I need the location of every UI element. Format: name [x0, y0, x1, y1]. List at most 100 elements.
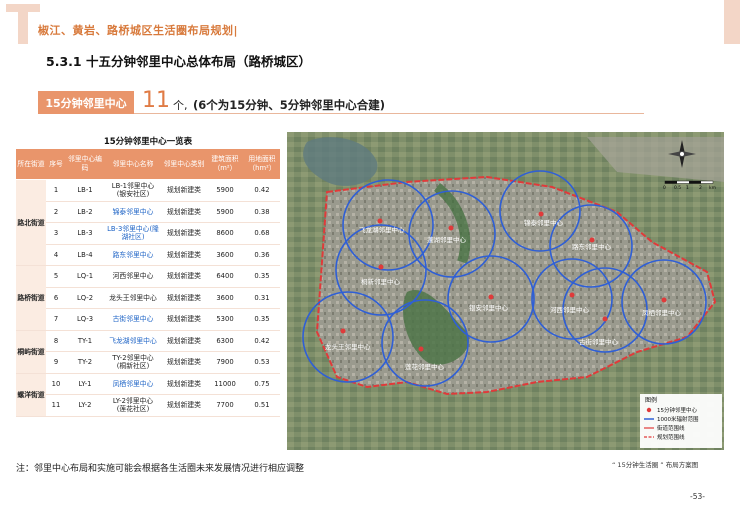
table-row: 6 LQ-2 龙头王邻里中心 规划新建类 3600 0.31 — [16, 287, 280, 309]
street-cell: 路桥街道 — [16, 265, 46, 331]
center-name: 河西邻里中心 — [112, 272, 154, 281]
table-row: 3 LB-3 LB-3邻里中心(隆湖社区) 规划新建类 8600 0.68 — [16, 222, 280, 245]
center-subname: 锦泰邻里中心 — [112, 207, 154, 216]
center-subname: 路东邻里中心 — [112, 250, 154, 259]
row-number-cell: 5 — [46, 265, 66, 288]
land-cell: 0.68 — [244, 222, 280, 245]
land-cell: 0.51 — [244, 394, 280, 417]
center-subname: LB-3邻里中心(隆湖社区) — [107, 225, 159, 242]
table-row: 7 LQ-3 古街邻里中心 规划新建类 5300 0.35 — [16, 308, 280, 331]
area-cell: 3600 — [206, 287, 244, 309]
svg-text:1: 1 — [686, 185, 689, 191]
type-cell: 规划新建类 — [162, 179, 206, 202]
table-header-cell: 邻里中心名称 — [104, 149, 162, 180]
name-cell: 龙头王邻里中心 — [104, 287, 162, 309]
area-cell: 5900 — [206, 179, 244, 202]
table-row: 11 LY-2 LY-2邻里中心 (莲花社区) 规划新建类 7700 0.51 — [16, 394, 280, 417]
table-header-cell: 序号 — [46, 149, 66, 180]
name-cell: LB-1邻里中心 (银安社区) — [104, 179, 162, 202]
code-cell: LY-1 — [66, 373, 104, 395]
code-cell: LY-2 — [66, 394, 104, 417]
type-cell: 规划新建类 — [162, 373, 206, 395]
code-cell: LB-1 — [66, 179, 104, 202]
map-label: 飞龙湖邻里中心 — [359, 225, 405, 234]
layout-map: 飞龙湖邻里中心 蓬湖邻里中心 锦泰邻里中心 路东邻里中心 桐新邻里中心 银安邻里… — [287, 132, 724, 450]
map-label: 凤栖邻里中心 — [642, 308, 682, 317]
svg-text:0: 0 — [663, 185, 666, 191]
row-number-cell: 2 — [46, 201, 66, 223]
table-title: 15分钟邻里中心一览表 — [103, 137, 193, 147]
table-row: 路北街道 1 LB-1 LB-1邻里中心 (银安社区) 规划新建类 5900 0.42 — [16, 179, 280, 266]
header-decoration — [6, 4, 40, 44]
table-row: 4 LB-4 路东邻里中心 规划新建类 3600 0.36 — [16, 244, 280, 266]
name-cell: TY-2邻里中心 (桐新社区) — [104, 351, 162, 374]
area-cell: 7900 — [206, 351, 244, 374]
map-label: 河西邻里中心 — [550, 305, 590, 314]
type-cell: 规划新建类 — [162, 287, 206, 309]
count-note: (6个为15分钟、5分钟邻里中心合建) — [193, 98, 386, 112]
land-cell: 0.36 — [244, 244, 280, 266]
count-unit: 个, — [173, 99, 188, 112]
page-number: -53- — [690, 492, 705, 501]
type-cell: 规划新建类 — [162, 308, 206, 331]
name-cell: 锦泰邻里中心 — [104, 201, 162, 223]
code-cell: TY-2 — [66, 351, 104, 374]
row-number-cell: 10 — [46, 373, 66, 395]
type-cell: 规划新建类 — [162, 330, 206, 352]
center-name: 龙头王邻里中心 — [109, 293, 157, 302]
row-number-cell: 7 — [46, 308, 66, 331]
map-label: 路东邻里中心 — [572, 242, 612, 251]
svg-text:0.5: 0.5 — [674, 185, 681, 191]
name-cell: 飞龙湖邻里中心 — [104, 330, 162, 352]
table-row: 2 LB-2 锦泰邻里中心 规划新建类 5900 0.38 — [16, 201, 280, 223]
table-header-cell: 所在街道 — [16, 149, 46, 180]
name-cell: 凤栖邻里中心 — [104, 373, 162, 395]
svg-text:2: 2 — [699, 185, 702, 191]
row-number-cell: 1 — [46, 179, 66, 202]
land-cell: 0.35 — [244, 265, 280, 288]
map-label: 古街邻里中心 — [579, 337, 619, 346]
name-cell: 路东邻里中心 — [104, 244, 162, 266]
land-cell: 0.53 — [244, 351, 280, 374]
corner-decoration — [724, 0, 740, 44]
area-cell: 5300 — [206, 308, 244, 331]
map-label: 桐新邻里中心 — [361, 277, 401, 286]
footnote: 注：邻里中心布局和实施可能会根据各生活圈未来发展情况进行相应调整 — [16, 464, 305, 474]
code-cell: TY-1 — [66, 330, 104, 352]
table-row: 桐屿街道 8 TY-1 飞龙湖邻里中心 规划新建类 6300 0.42 — [16, 330, 280, 374]
row-number-cell: 8 — [46, 330, 66, 352]
street-cell: 桐屿街道 — [16, 330, 46, 374]
center-table: 所在街道 序号 邻里中心编码 邻里中心名称 邻里中心类别 建筑面积（m²） 用地面积（hm²… — [16, 149, 280, 417]
table-header-cell: 用地面积（hm²） — [244, 149, 280, 180]
map-label: 蓬湖邻里中心 — [427, 235, 467, 244]
table-row: 路桥街道 5 LQ-1 河西邻里中心 规划新建类 6400 0.35 — [16, 265, 280, 331]
name-cell: 古街邻里中心 — [104, 308, 162, 331]
area-cell: 7700 — [206, 394, 244, 417]
row-number-cell: 11 — [46, 394, 66, 417]
area-cell: 6400 — [206, 265, 244, 288]
svg-text:1000米辐射范围: 1000米辐射范围 — [657, 415, 699, 423]
area-cell: 3600 — [206, 244, 244, 266]
code-cell: LB-4 — [66, 244, 104, 266]
center-subname: 凤栖邻里中心 — [112, 379, 154, 388]
land-cell: 0.38 — [244, 201, 280, 223]
land-cell: 0.42 — [244, 179, 280, 202]
table-row: 螺洋街道 10 LY-1 凤栖邻里中心 规划新建类 11000 0.75 — [16, 373, 280, 417]
center-count: 11 — [142, 88, 170, 113]
map-label: 锦泰邻里中心 — [524, 218, 564, 227]
name-cell: LY-2邻里中心 (莲花社区) — [104, 394, 162, 417]
map-label: 莲花邻里中心 — [405, 362, 445, 371]
map-label: 银安邻里中心 — [469, 303, 509, 312]
map-caption: “ 15分钟生活圈 ” 布局方案图 — [612, 461, 699, 469]
table-header-cell: 建筑面积（m²） — [206, 149, 244, 180]
svg-text:规划范围线: 规划范围线 — [657, 433, 685, 441]
center-subname: 古街邻里中心 — [112, 315, 154, 324]
area-cell: 11000 — [206, 373, 244, 395]
name-cell: 河西邻里中心 — [104, 265, 162, 288]
map-legend: 图例 15分钟邻里中心 1000米辐射范围 街道范围线 规划范围线 — [640, 394, 722, 448]
area-cell: 8600 — [206, 222, 244, 245]
summary-tag: 15分钟邻里中心 — [38, 91, 134, 114]
land-cell: 0.42 — [244, 330, 280, 352]
land-cell: 0.35 — [244, 308, 280, 331]
street-cell: 螺洋街道 — [16, 373, 46, 417]
